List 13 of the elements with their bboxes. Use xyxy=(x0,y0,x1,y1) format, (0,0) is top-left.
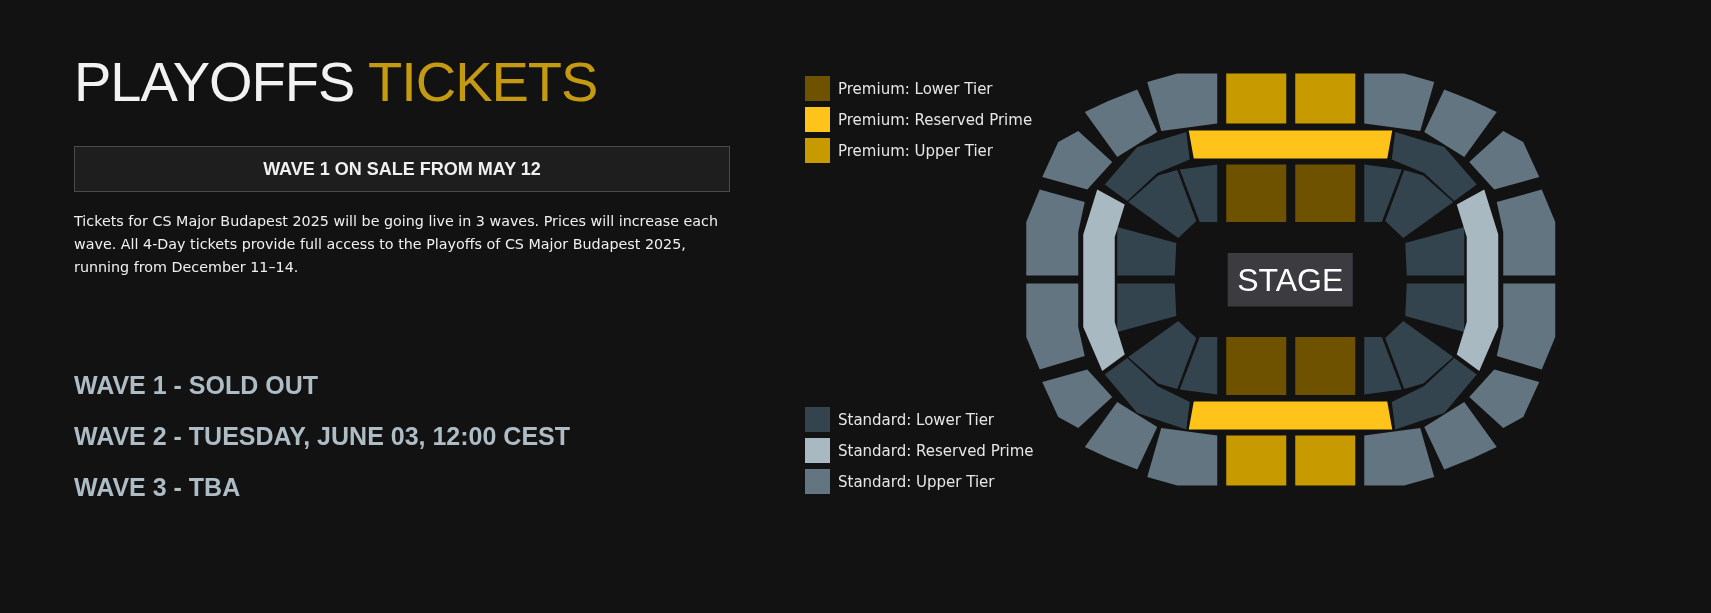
legend-label: Standard: Upper Tier xyxy=(838,472,995,491)
legend-label: Standard: Lower Tier xyxy=(838,410,995,429)
description-text: Tickets for CS Major Budapest 2025 will be going live in 3 waves. Prices will increase each wave. All 4-Day tickets provide full access to the Playoffs of CS Major Budapest 2025, running from December 11–14. xyxy=(74,212,719,277)
legend-label: Premium: Reserved Prime xyxy=(838,110,1033,129)
sale-banner: WAVE 1 ON SALE FROM MAY 12 xyxy=(74,146,730,192)
wave-heading: WAVE 2 - TUESDAY, JUNE 03, 12:00 CEST xyxy=(74,421,571,452)
stage-sign: STAGE xyxy=(1227,253,1353,307)
wave-heading: WAVE 1 - SOLD OUT xyxy=(74,370,319,401)
legend-label: Standard: Reserved Prime xyxy=(838,441,1034,460)
legend-label: Premium: Lower Tier xyxy=(838,79,993,98)
page-title: PLAYOFFS TICKETS xyxy=(74,49,599,115)
legend-label: Premium: Upper Tier xyxy=(838,141,994,160)
wave-heading: WAVE 3 - TBA xyxy=(74,472,242,503)
